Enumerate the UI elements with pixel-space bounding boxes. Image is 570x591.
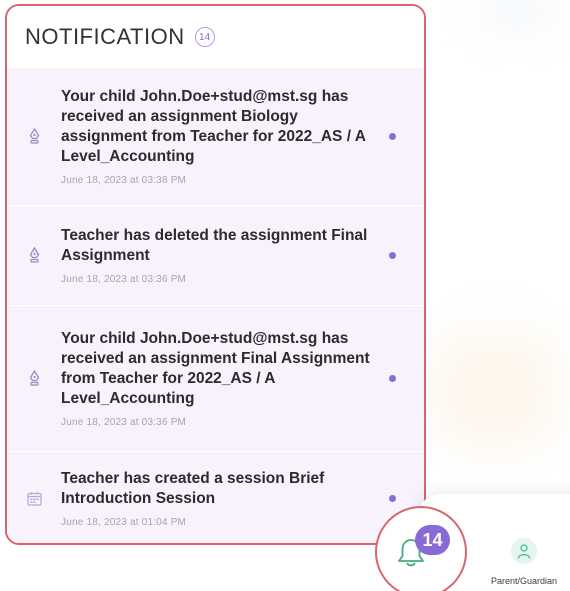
notification-message: Teacher has created a session Brief Intr…: [61, 469, 325, 507]
unread-indicator: [389, 252, 396, 259]
background-glow: [430, 330, 560, 450]
notification-item[interactable]: Your child John.Doe+stud@mst.sg has rece…: [7, 68, 424, 206]
background-glow: [482, 0, 552, 24]
notification-item[interactable]: Your child John.Doe+stud@mst.sg has rece…: [7, 306, 424, 452]
calendar-icon: [21, 491, 47, 506]
nav-item-label: Parent/Guardian: [490, 576, 558, 586]
notification-message: Your child John.Doe+stud@mst.sg has rece…: [61, 330, 370, 407]
bell-count-badge: 14: [415, 525, 450, 555]
unread-indicator: [389, 375, 396, 382]
notification-body: Your child John.Doe+stud@mst.sg has rece…: [61, 329, 375, 428]
notification-timestamp: June 18, 2023 at 03:38 PM: [61, 175, 187, 186]
notification-panel: NOTIFICATION 14 Your child John.Doe+stud…: [5, 4, 426, 545]
unread-indicator: [389, 494, 396, 502]
pen-nib-icon: [21, 128, 47, 145]
notification-timestamp: June 18, 2023 at 01:04 PM: [61, 516, 187, 528]
notification-message: Teacher has deleted the assignment Final…: [61, 227, 368, 264]
notification-timestamp: June 18, 2023 at 03:36 PM: [61, 417, 187, 428]
user-icon: [511, 538, 537, 564]
notification-timestamp: June 18, 2023 at 03:36 PM: [61, 274, 187, 285]
notification-message: Your child John.Doe+stud@mst.sg has rece…: [61, 88, 366, 165]
nav-item-parent-guardian[interactable]: Parent/Guardian: [478, 538, 570, 586]
notification-body: Your child John.Doe+stud@mst.sg has rece…: [61, 87, 375, 186]
pen-nib-icon: [21, 247, 47, 264]
notification-body: Teacher has deleted the assignment Final…: [61, 226, 375, 285]
notification-item[interactable]: Teacher has deleted the assignment Final…: [7, 206, 424, 306]
notification-count-badge: 14: [194, 27, 215, 47]
notification-list[interactable]: Your child John.Doe+stud@mst.sg has rece…: [7, 68, 424, 543]
pen-nib-icon: [21, 370, 47, 387]
notification-item[interactable]: Teacher has created a session Brief Intr…: [7, 452, 424, 543]
notification-body: Teacher has created a session Brief Intr…: [61, 469, 375, 528]
unread-indicator: [389, 133, 396, 140]
notification-header: NOTIFICATION 14: [7, 6, 424, 68]
panel-title: NOTIFICATION: [25, 24, 185, 49]
